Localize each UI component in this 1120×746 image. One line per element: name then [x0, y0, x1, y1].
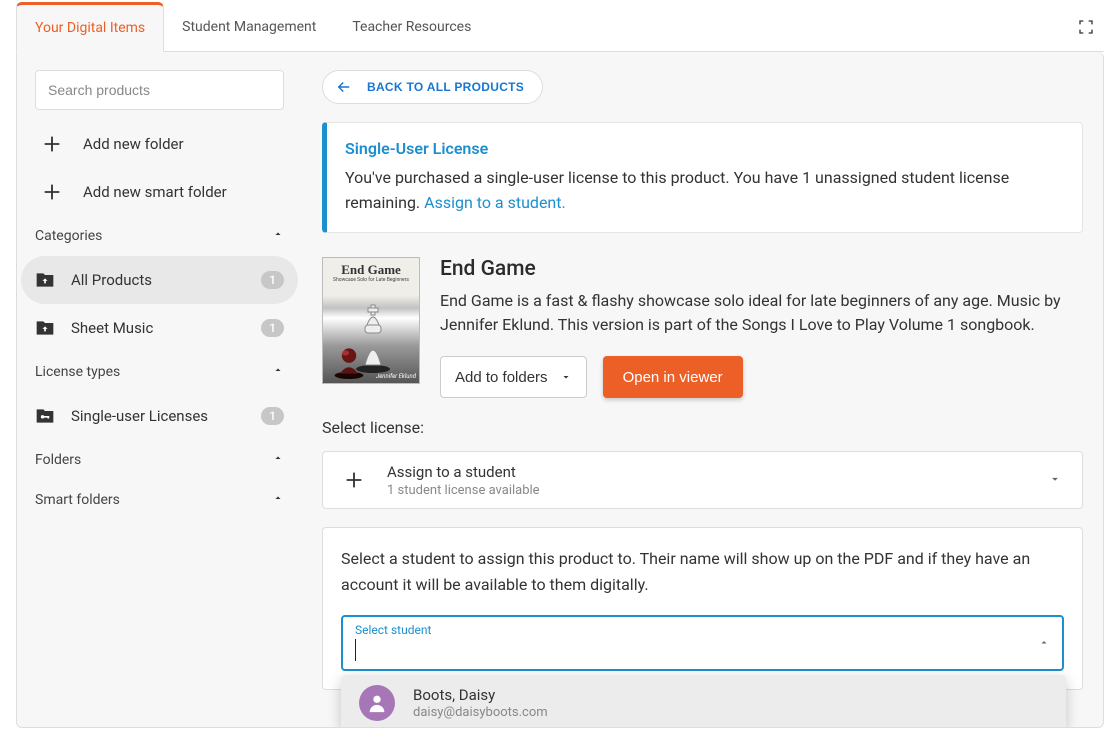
add-to-folders-label: Add to folders	[455, 369, 548, 386]
tab-bar: Your Digital Items Student Management Te…	[16, 2, 1104, 52]
student-name: Boots, Daisy	[413, 686, 548, 704]
categories-heading-label: Categories	[35, 228, 102, 244]
tab-teacher-resources[interactable]: Teacher Resources	[334, 2, 489, 52]
student-dropdown: Boots, Daisy daisy@daisyboots.com	[341, 675, 1066, 728]
add-folder-button[interactable]: Add new folder	[35, 120, 284, 168]
categories-heading[interactable]: Categories	[35, 216, 284, 256]
smart-folders-heading[interactable]: Smart folders	[35, 480, 284, 520]
chevron-up-icon	[272, 364, 284, 380]
plus-icon	[41, 181, 63, 203]
back-button-label: BACK TO ALL PRODUCTS	[367, 80, 524, 94]
folders-heading[interactable]: Folders	[35, 440, 284, 480]
avatar-icon	[359, 685, 395, 721]
add-smart-folder-label: Add new smart folder	[83, 183, 227, 201]
count-badge: 1	[261, 407, 284, 425]
add-smart-folder-button[interactable]: Add new smart folder	[35, 168, 284, 216]
arrow-left-icon	[335, 78, 353, 96]
plus-icon	[41, 133, 63, 155]
chevron-up-icon	[272, 492, 284, 508]
search-input[interactable]	[35, 70, 284, 110]
add-folder-label: Add new folder	[83, 135, 184, 153]
sidebar: Add new folder Add new smart folder Cate…	[17, 52, 302, 727]
product-description: End Game is a fast & flashy showcase sol…	[440, 289, 1083, 339]
add-to-folders-button[interactable]: Add to folders	[440, 356, 587, 398]
assign-to-student-expander[interactable]: Assign to a student 1 student license av…	[322, 451, 1083, 509]
sidebar-item-label: Sheet Music	[71, 319, 153, 337]
chevron-up-icon	[272, 228, 284, 244]
tab-student-management[interactable]: Student Management	[164, 2, 334, 52]
count-badge: 1	[261, 271, 284, 289]
product-section: End Game Showcase Solo for Late Beginner…	[322, 257, 1083, 399]
chess-pawn-icon	[331, 343, 367, 379]
tab-digital-items[interactable]: Your Digital Items	[16, 2, 164, 52]
folder-icon	[35, 318, 55, 338]
sidebar-item-sheet-music[interactable]: Sheet Music 1	[21, 304, 298, 352]
main-content: BACK TO ALL PRODUCTS Single-User License…	[302, 52, 1103, 727]
key-folder-icon	[35, 406, 55, 426]
chevron-up-icon	[272, 452, 284, 468]
plus-icon	[343, 469, 365, 491]
home-folder-icon	[35, 270, 55, 290]
callout-body: You've purchased a single-user license t…	[345, 166, 1064, 216]
cover-title: End Game	[323, 262, 419, 278]
assign-student-panel: Select a student to assign this product …	[322, 527, 1083, 690]
smart-folders-label: Smart folders	[35, 492, 120, 508]
assign-panel-text: Select a student to assign this product …	[341, 546, 1064, 597]
license-types-label: License types	[35, 364, 120, 380]
product-cover: End Game Showcase Solo for Late Beginner…	[322, 257, 420, 384]
assign-to-student-link[interactable]: Assign to a student.	[424, 193, 566, 212]
caret-down-icon	[560, 371, 572, 383]
count-badge: 1	[261, 319, 284, 337]
sidebar-item-label: All Products	[71, 271, 152, 289]
fullscreen-icon[interactable]	[1078, 19, 1094, 35]
product-title: End Game	[440, 257, 1083, 281]
back-to-all-products-button[interactable]: BACK TO ALL PRODUCTS	[322, 70, 543, 104]
select-student-combobox[interactable]: Select student	[341, 615, 1064, 671]
text-cursor	[355, 639, 356, 661]
cover-subtitle: Showcase Solo for Late Beginners	[323, 277, 419, 283]
student-option[interactable]: Boots, Daisy daisy@daisyboots.com	[341, 675, 1066, 728]
select-license-label: Select license:	[322, 418, 1083, 437]
expander-title: Assign to a student	[387, 463, 540, 481]
cover-author: Jennifer Eklund	[376, 373, 416, 380]
callout-title: Single-User License	[345, 139, 1064, 158]
sidebar-item-label: Single-user Licenses	[71, 407, 208, 425]
student-email: daisy@daisyboots.com	[413, 705, 548, 720]
open-in-viewer-button[interactable]: Open in viewer	[603, 356, 743, 398]
caret-up-icon	[1038, 637, 1050, 649]
license-callout: Single-User License You've purchased a s…	[322, 122, 1083, 233]
chevron-down-icon	[1048, 471, 1062, 490]
expander-subtitle: 1 student license available	[387, 483, 540, 498]
combo-label: Select student	[355, 623, 431, 637]
combo-toggle[interactable]	[1038, 634, 1050, 653]
license-types-heading[interactable]: License types	[35, 352, 284, 392]
sidebar-item-all-products[interactable]: All Products 1	[21, 256, 298, 304]
folders-label: Folders	[35, 452, 81, 468]
sidebar-item-single-user-licenses[interactable]: Single-user Licenses 1	[21, 392, 298, 440]
